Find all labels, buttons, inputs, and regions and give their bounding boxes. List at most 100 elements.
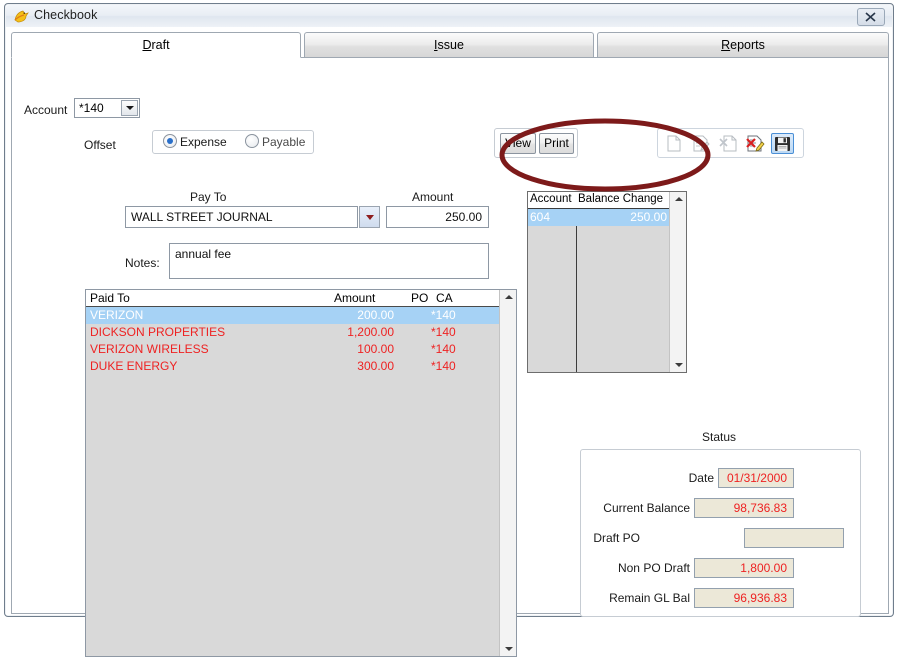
table-row[interactable]: VERIZON WIRELESS 100.00 *140 <box>86 341 500 358</box>
cell-ca: *140 <box>431 342 456 356</box>
cell-account: 604 <box>530 210 551 224</box>
new-document-button[interactable] <box>663 133 686 154</box>
draft-tab-page: Account *140 Offset Expense Payable Pay … <box>11 58 889 657</box>
paid-to-grid: Paid To Amount PO CA VERIZON 200.00 *140… <box>85 289 517 657</box>
status-label-draft-po: Draft PO <box>593 531 640 545</box>
table-row[interactable]: 604 250.00 <box>528 209 671 226</box>
amount-value: 250.00 <box>445 210 482 224</box>
delete-document-icon <box>746 135 765 152</box>
tab-reports-label-rest: eports <box>730 38 765 52</box>
tab-strip: Draft Issue Reports <box>11 32 889 58</box>
tab-draft-label-rest: raft <box>151 38 170 52</box>
cell-paid-to: VERIZON <box>90 308 144 322</box>
status-field-non-po-draft: 1,800.00 <box>694 558 794 578</box>
tab-reports[interactable]: Reports <box>597 32 889 58</box>
close-icon <box>865 12 876 22</box>
offset-radio-group: Expense Payable <box>152 130 314 154</box>
account-select-arrow[interactable] <box>121 100 138 116</box>
arrow-up-icon <box>504 295 513 299</box>
account-select[interactable]: *140 <box>74 98 140 118</box>
status-label-current-balance: Current Balance <box>603 501 690 515</box>
save-icon <box>775 137 790 151</box>
scroll-down-button[interactable] <box>670 357 686 372</box>
status-field-draft-po <box>744 528 844 548</box>
status-row-current-balance: Current Balance 98,736.83 <box>581 498 862 520</box>
table-row[interactable]: VERIZON 200.00 *140 <box>86 307 500 324</box>
offset-label: Offset <box>84 138 116 152</box>
radio-expense[interactable]: Expense <box>163 134 227 149</box>
close-button[interactable] <box>857 8 885 26</box>
column-header-paid-to: Paid To <box>90 291 130 305</box>
delete-document-button[interactable] <box>744 133 767 154</box>
account-select-value: *140 <box>79 101 104 115</box>
table-row[interactable]: DICKSON PROPERTIES 1,200.00 *140 <box>86 324 500 341</box>
table-row[interactable]: DUKE ENERGY 300.00 *140 <box>86 358 500 375</box>
paid-to-grid-body: VERIZON 200.00 *140 DICKSON PROPERTIES 1… <box>86 307 500 656</box>
status-panel-title: Status <box>702 430 737 444</box>
status-value-non-po-draft: 1,800.00 <box>740 561 787 575</box>
column-header-ca: CA <box>436 291 453 305</box>
edit-document-button[interactable] <box>690 133 713 154</box>
status-row-draft-po: Draft PO <box>581 528 862 550</box>
tab-reports-mnemonic: R <box>721 38 731 52</box>
paid-to-grid-scrollbar[interactable] <box>499 290 516 656</box>
window-title: Checkbook <box>34 8 98 22</box>
radio-expense-label: Expense <box>180 135 227 149</box>
chevron-down-icon <box>125 106 134 110</box>
account-label: Account <box>24 103 68 117</box>
radio-payable[interactable]: Payable <box>245 134 305 149</box>
account-balance-grid-header: Account Balance Change <box>528 192 671 209</box>
scroll-up-button[interactable] <box>500 290 516 305</box>
notes-input[interactable]: annual fee <box>169 243 489 279</box>
chevron-down-icon <box>365 215 374 220</box>
cell-paid-to: DUKE ENERGY <box>90 359 178 373</box>
pay-to-input[interactable]: WALL STREET JOURNAL <box>125 206 358 228</box>
column-header-balance-change: Balance Change <box>578 193 664 205</box>
status-row-date: Date 01/31/2000 <box>581 468 862 490</box>
amount-label: Amount <box>412 190 454 204</box>
export-document-button[interactable] <box>717 133 740 154</box>
cell-ca: *140 <box>431 359 456 373</box>
status-label-date: Date <box>688 471 714 485</box>
paid-to-grid-header: Paid To Amount PO CA <box>86 290 500 307</box>
view-button[interactable]: View <box>500 133 536 154</box>
status-label-non-po-draft: Non PO Draft <box>617 561 690 575</box>
account-balance-grid-scrollbar[interactable] <box>669 192 686 372</box>
scroll-down-button[interactable] <box>500 641 516 656</box>
export-document-icon <box>719 135 737 152</box>
scroll-up-button[interactable] <box>670 192 686 207</box>
radio-expense-indicator <box>163 134 177 148</box>
status-label-remain-gl-bal: Remain GL Bal <box>609 591 690 605</box>
tab-issue-label-rest: ssue <box>437 38 464 52</box>
arrow-up-icon <box>674 197 683 201</box>
app-bird-icon <box>13 9 29 24</box>
tab-issue[interactable]: Issue <box>304 32 594 58</box>
checkbook-window: Checkbook Draft Issue Reports Account *1… <box>4 3 894 657</box>
pay-to-label: Pay To <box>190 190 227 204</box>
client-area: Draft Issue Reports Account *140 Offset <box>6 27 892 657</box>
pay-to-dropdown-button[interactable] <box>359 206 380 228</box>
cell-ca: *140 <box>431 325 456 339</box>
column-divider <box>576 209 577 372</box>
save-button[interactable] <box>771 133 794 154</box>
amount-input[interactable]: 250.00 <box>386 206 489 228</box>
record-toolbar <box>657 128 804 158</box>
new-document-icon <box>667 135 681 152</box>
print-button[interactable]: Print <box>539 133 574 154</box>
cell-amount: 300.00 <box>357 359 394 373</box>
radio-payable-indicator <box>245 134 259 148</box>
cell-paid-to: VERIZON WIRELESS <box>90 342 209 356</box>
status-field-date: 01/31/2000 <box>718 468 794 488</box>
status-panel: Date 01/31/2000 Current Balance 98,736.8… <box>580 449 861 617</box>
edit-document-icon <box>693 135 710 152</box>
cell-paid-to: DICKSON PROPERTIES <box>90 325 226 339</box>
radio-payable-label: Payable <box>262 135 306 149</box>
tab-draft[interactable]: Draft <box>11 32 301 58</box>
view-print-group: View Print <box>494 128 578 158</box>
status-value-date: 01/31/2000 <box>726 471 787 485</box>
column-header-account: Account <box>530 193 572 205</box>
account-balance-change-grid: Account Balance Change 604 250.00 <box>527 191 687 373</box>
status-field-current-balance: 98,736.83 <box>694 498 794 518</box>
status-field-remain-gl-bal: 96,936.83 <box>694 588 794 608</box>
cell-amount: 100.00 <box>357 342 394 356</box>
